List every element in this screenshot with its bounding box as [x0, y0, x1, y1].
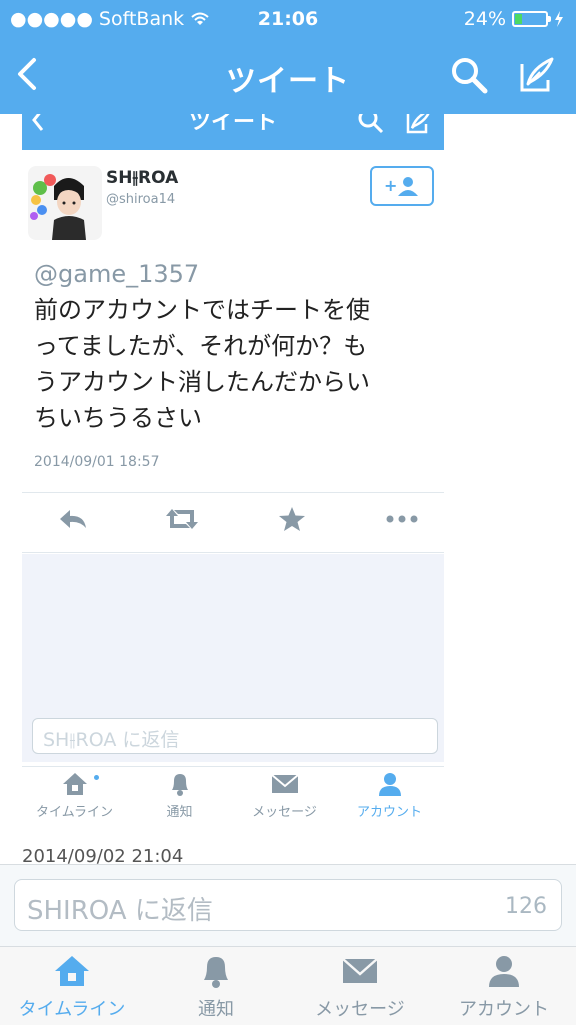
tab-label: 通知	[198, 999, 234, 1020]
favorite-action[interactable]	[278, 506, 306, 536]
tweet-line: ってましたが、それが何か？も	[34, 332, 368, 360]
tweet-line: うアカウント消したんだからい	[34, 368, 370, 396]
compose-icon	[520, 57, 554, 92]
display-name: SH⫲ROA	[106, 168, 179, 188]
tab-notifications[interactable]: 通知	[144, 953, 288, 1021]
new-item-dot	[94, 775, 99, 780]
tab-label: メッセージ	[315, 999, 405, 1020]
envelope-icon	[270, 774, 299, 793]
tab-label: タイムライン	[18, 999, 126, 1020]
compose-button[interactable]	[516, 54, 558, 100]
tweet-line: 前のアカウントではチートを使	[34, 296, 370, 324]
add-user-icon: +	[384, 176, 418, 196]
avatar	[28, 166, 102, 240]
embedded-tab-label: 通知	[166, 805, 193, 820]
top-header: ●●●●● SoftBank 21:06 24% ツイート	[0, 0, 576, 114]
compose-icon	[406, 114, 430, 134]
retweet-action[interactable]	[162, 506, 202, 536]
reply-bar: SHIROA に返信 126	[0, 864, 576, 947]
tweet-timestamp: 2014/09/01 18:57	[34, 454, 160, 470]
tab-timeline[interactable]: タイムライン	[0, 953, 144, 1021]
follow-button[interactable]: +	[370, 166, 434, 206]
embedded-nav-bar: ツイート	[22, 114, 444, 150]
tweet-text: 前のアカウントではチートを使 ってましたが、それが何か？も うアカウント消したん…	[34, 292, 430, 436]
reply-icon	[60, 510, 86, 528]
more-icon	[386, 515, 418, 523]
reply-action[interactable]	[56, 506, 90, 536]
svg-text:+: +	[384, 176, 397, 195]
embedded-tab-label: タイムライン	[35, 805, 114, 820]
person-icon	[489, 956, 519, 987]
battery-icon	[512, 11, 551, 27]
retweet-icon	[166, 509, 198, 529]
bell-icon	[204, 957, 228, 988]
embedded-bottom-date: 2014/09/02 21:04	[22, 846, 184, 864]
divider	[22, 492, 444, 493]
embedded-tab-label: アカウント	[356, 805, 422, 820]
embedded-screenshot: ツイート SH⫲ROA @shiroa14 + @game_1357 前のアカウ…	[22, 114, 444, 864]
tab-label: アカウント	[459, 999, 549, 1020]
tab-account[interactable]: アカウント	[432, 953, 576, 1021]
battery-percent: 24%	[463, 8, 506, 30]
user-handle: @shiroa14	[106, 192, 176, 207]
envelope-icon	[342, 958, 378, 983]
person-icon	[378, 773, 401, 796]
embedded-tab-label: メッセージ	[252, 805, 317, 820]
search-icon	[452, 58, 488, 94]
nav-bar: ツイート	[0, 38, 576, 114]
charging-icon	[555, 11, 563, 27]
reply-placeholder: SHIROA に返信	[27, 896, 213, 926]
divider	[22, 552, 444, 553]
tab-messages[interactable]: メッセージ	[288, 953, 432, 1021]
more-action[interactable]	[384, 506, 420, 536]
tweet-mention[interactable]: @game_1357	[34, 260, 199, 288]
search-icon	[358, 114, 384, 134]
battery-group: 24%	[464, 8, 564, 30]
tab-bar: タイムライン 通知 メッセージ アカウント	[0, 946, 576, 1025]
favorite-icon	[279, 507, 305, 531]
tweet-line: ちいちうるさい	[34, 404, 202, 432]
embedded-reply-field: SH⫲ROA に返信	[32, 718, 438, 754]
char-counter: 126	[505, 894, 547, 919]
battery-fill	[515, 14, 522, 24]
embedded-tab-notifications: 通知	[127, 771, 232, 820]
home-icon	[62, 773, 87, 795]
embedded-tab-account: アカウント	[337, 771, 442, 820]
bell-icon	[171, 774, 188, 796]
home-icon	[55, 956, 89, 986]
embedded-tab-bar: タイムライン 通知 メッセージ アカウント	[22, 766, 444, 827]
status-bar: ●●●●● SoftBank 21:06 24%	[0, 0, 576, 38]
reply-input[interactable]: SHIROA に返信 126	[14, 879, 562, 931]
embedded-tab-timeline: タイムライン	[22, 771, 127, 820]
embedded-tab-messages: メッセージ	[232, 771, 337, 820]
search-button[interactable]	[448, 54, 490, 100]
embedded-reply-placeholder: SH⫲ROA に返信	[43, 729, 180, 751]
